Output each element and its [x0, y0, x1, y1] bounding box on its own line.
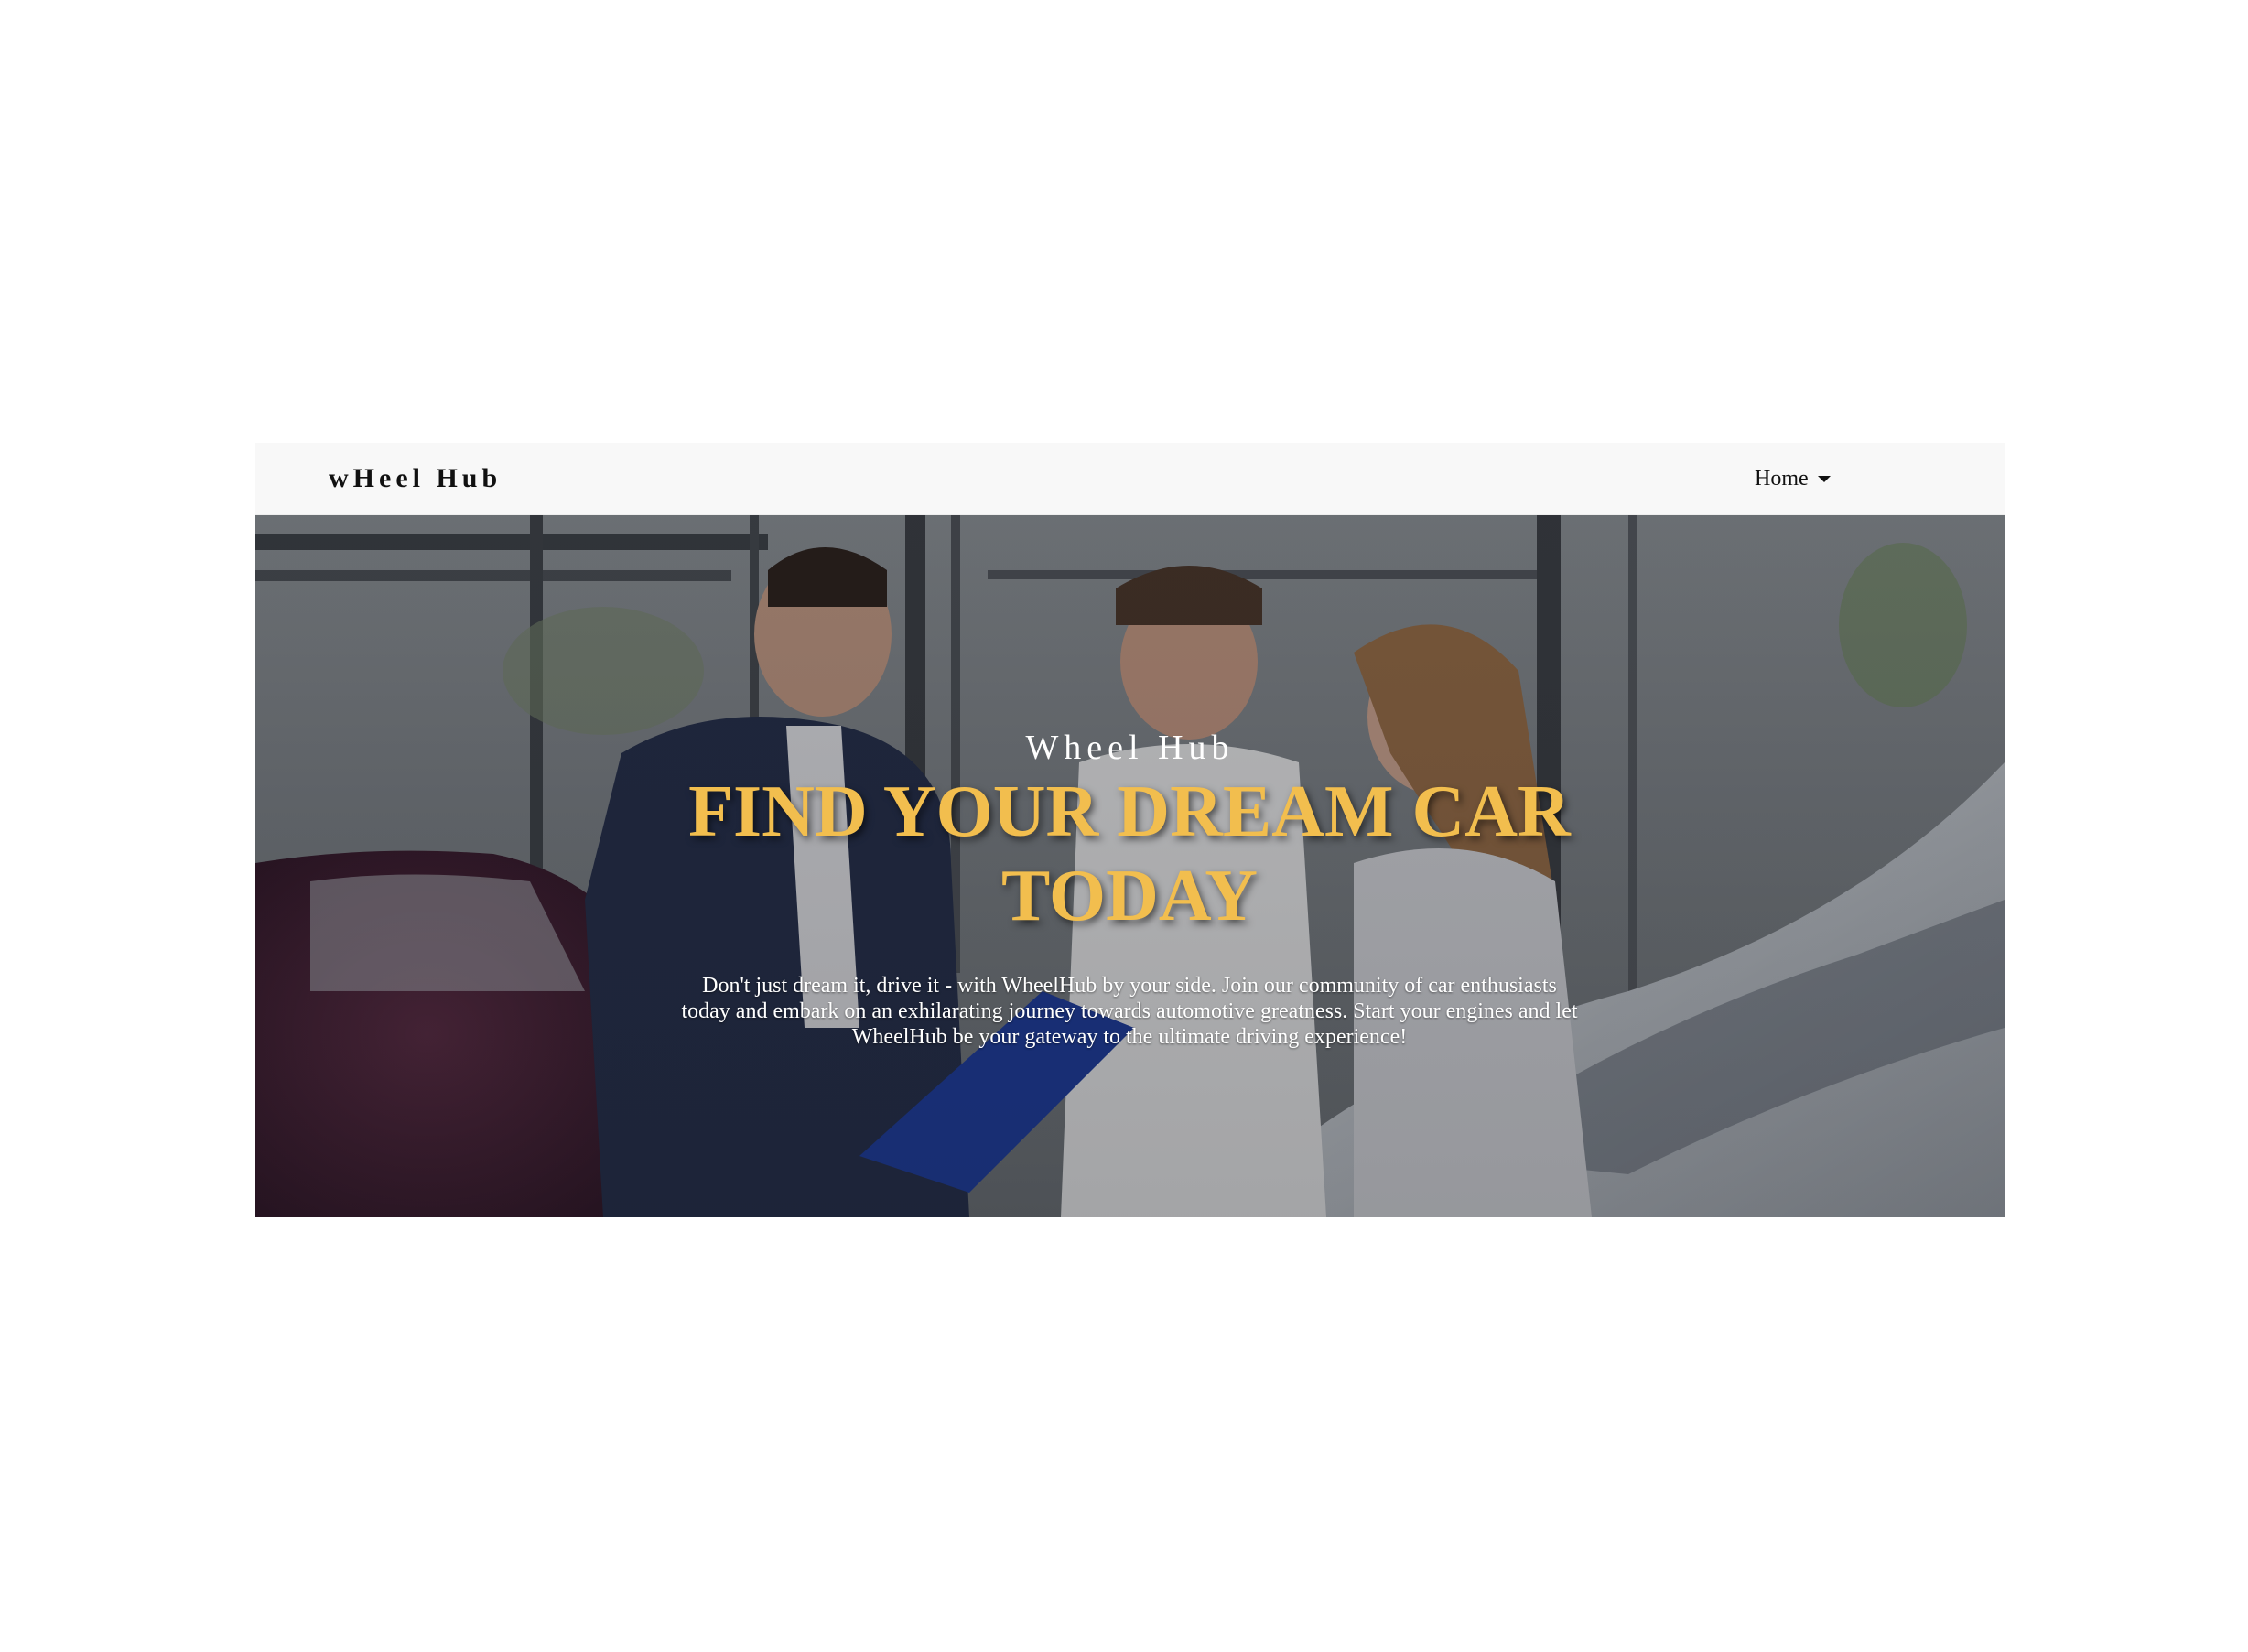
hero-content: Wheel Hub FIND YOUR DREAM CAR TODAY Don'… — [255, 515, 2005, 1217]
hero-kicker: Wheel Hub — [1025, 729, 1235, 767]
hero-description: Don't just dream it, drive it - with Whe… — [681, 974, 1578, 1049]
hero-title: FIND YOUR DREAM CAR TODAY — [688, 772, 1571, 936]
nav-home-dropdown[interactable]: Home — [1755, 467, 1831, 491]
navbar: wHeel Hub Home — [255, 443, 2005, 515]
caret-down-icon[interactable] — [1817, 476, 1831, 482]
nav-home-label[interactable]: Home — [1755, 467, 1809, 491]
page-frame: wHeel Hub Home Wheel Hub FIND YOUR DREAM… — [255, 443, 2005, 1217]
hero-section: Wheel Hub FIND YOUR DREAM CAR TODAY Don'… — [255, 515, 2005, 1217]
brand-logo[interactable]: wHeel Hub — [329, 463, 502, 494]
